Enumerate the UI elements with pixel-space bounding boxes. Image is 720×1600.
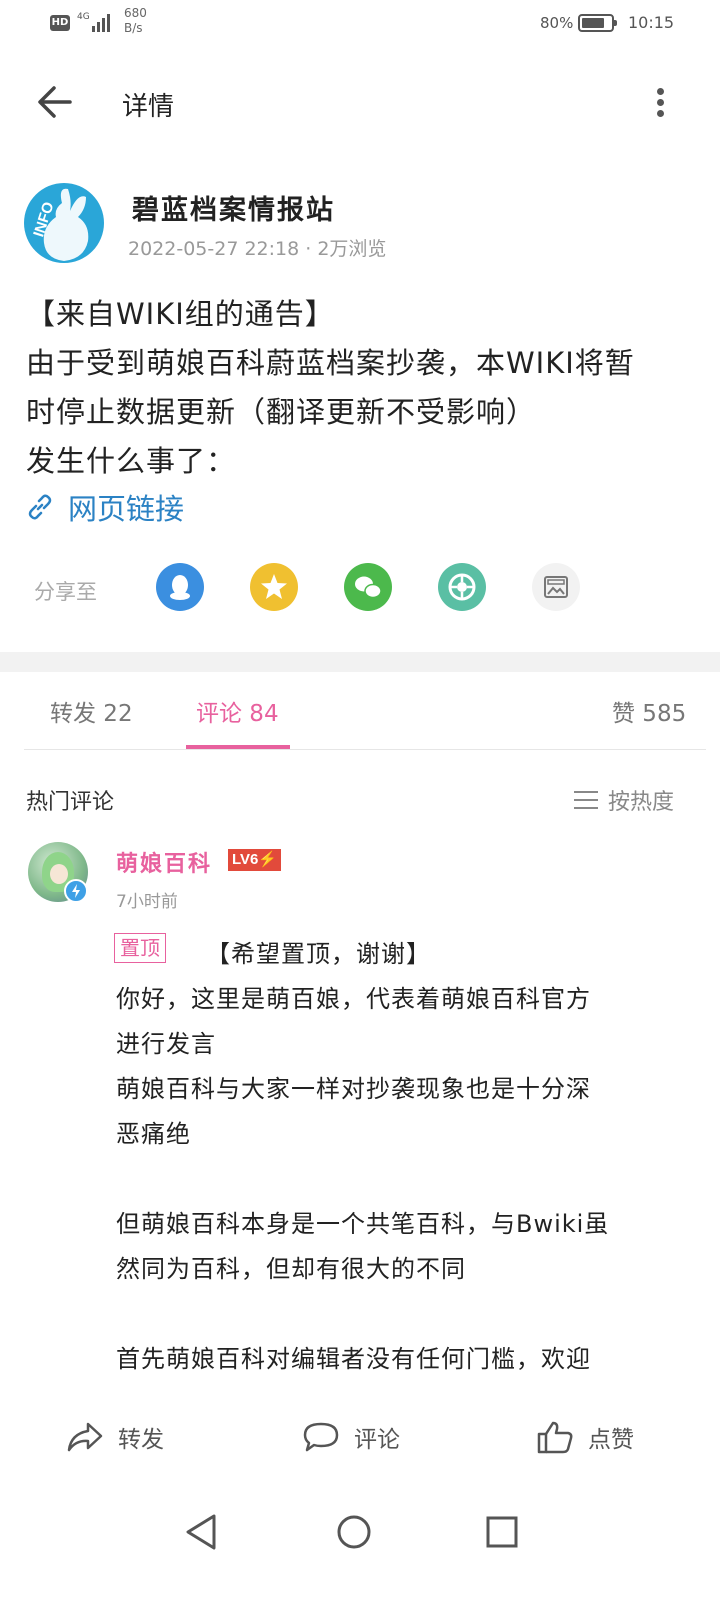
share-arrow-icon: [67, 1422, 103, 1452]
square-recents-icon: [486, 1516, 518, 1548]
tab-likes[interactable]: 赞 585: [612, 694, 686, 728]
post-meta: 2022-05-27 22:18 · 2万浏览: [128, 238, 387, 260]
battery-icon: [578, 14, 617, 32]
sort-button[interactable]: 按热度: [574, 784, 674, 816]
circle-home-icon: [337, 1515, 371, 1549]
thumbs-up-icon: [537, 1421, 573, 1454]
tab-repost[interactable]: 转发 22: [50, 694, 133, 728]
web-link[interactable]: 网页链接: [26, 486, 184, 528]
hot-comments-label: 热门评论: [26, 790, 115, 815]
hd-indicator: HD: [50, 15, 70, 31]
comment-line: [116, 1157, 696, 1202]
post-body: 【来自WIKI组的通告】 由于受到萌娘百科蔚蓝档案抄袭，本WIKI将暂 时停止数…: [26, 290, 698, 486]
arrow-left-icon: [38, 86, 72, 118]
nav-back-button[interactable]: [180, 1510, 224, 1554]
commenter-name[interactable]: 萌娘百科: [116, 846, 212, 878]
comment-label: 评论: [354, 1427, 400, 1453]
share-moments-button[interactable]: [438, 563, 486, 611]
comment-line: 你好，这里是萌百娘，代表着萌娘百科官方: [116, 985, 591, 1013]
menu-lines-icon: [574, 790, 598, 810]
back-button[interactable]: [30, 80, 80, 124]
triangle-back-icon: [186, 1514, 216, 1550]
share-wechat-button[interactable]: [344, 563, 392, 611]
sort-label: 按热度: [608, 790, 675, 815]
nav-recents-button[interactable]: [480, 1510, 524, 1554]
verified-badge-icon: [64, 879, 88, 903]
share-label: 分享至: [34, 580, 97, 604]
repost-button[interactable]: 转发: [66, 1420, 164, 1454]
qzone-star-icon: [261, 574, 287, 599]
share-qzone-button[interactable]: [250, 563, 298, 611]
comment-line: 然同为百科，但却有很大的不同: [116, 1255, 466, 1283]
post-line: 发生什么事了：: [26, 444, 237, 478]
author-name[interactable]: 碧蓝档案情报站: [132, 188, 335, 227]
author-avatar[interactable]: INFO: [24, 183, 104, 263]
comment-bubble-icon: [303, 1422, 339, 1452]
comment-line: 进行发言: [116, 1030, 216, 1058]
post-line: 时停止数据更新（翻译更新不受影响）: [26, 395, 537, 429]
like-label: 点赞: [588, 1427, 634, 1453]
level-badge: LV6⚡: [228, 849, 282, 871]
image-share-icon: [544, 576, 568, 598]
comment-line: 萌娘百科与大家一样对抄袭现象也是十分深: [116, 1075, 591, 1103]
qq-icon: [170, 575, 190, 600]
tab-comments[interactable]: 评论 84: [196, 694, 279, 728]
repost-label: 转发: [118, 1427, 164, 1453]
network-type: 4G: [77, 12, 90, 22]
net-speed-value: 680: [124, 6, 147, 20]
clock: 10:15: [628, 13, 675, 32]
nav-home-button[interactable]: [332, 1510, 376, 1554]
comment-button[interactable]: 评论: [302, 1420, 400, 1454]
more-dot: [657, 88, 664, 95]
comment-line: 恶痛绝: [116, 1120, 191, 1148]
net-speed: 680 B/s: [124, 6, 147, 36]
tabs-divider: [24, 749, 706, 750]
web-link-label: 网页链接: [68, 492, 185, 526]
comment-time: 7小时前: [116, 892, 178, 912]
more-options-button[interactable]: [646, 80, 676, 124]
section-divider: [0, 652, 720, 672]
lightning-icon: ⚡: [258, 851, 278, 868]
battery-percent: 80%: [540, 14, 574, 32]
net-speed-unit: B/s: [124, 21, 143, 35]
more-dot: [657, 99, 664, 106]
page-title: 详情: [122, 92, 175, 122]
comment-line: [116, 1292, 696, 1337]
post-line: 由于受到萌娘百科蔚蓝档案抄袭，本WIKI将暂: [26, 346, 635, 380]
share-image-button[interactable]: [532, 563, 580, 611]
post-line: 【来自WIKI组的通告】: [26, 297, 335, 331]
moments-icon: [448, 573, 476, 601]
like-button[interactable]: 点赞: [536, 1420, 634, 1454]
more-dot: [657, 110, 664, 117]
status-bar: HD 4G 680 B/s 80% 10:15: [0, 0, 720, 50]
comment-line: 首先萌娘百科对编辑者没有任何门槛，欢迎: [116, 1345, 591, 1373]
comment-line: 【希望置顶，谢谢】: [206, 940, 431, 968]
comment-body: 【希望置顶，谢谢】 你好，这里是萌百娘，代表着萌娘百科官方 进行发言 萌娘百科与…: [116, 932, 696, 1382]
wechat-icon: [355, 576, 382, 599]
signal-icon: [92, 14, 110, 32]
level-text: LV6: [232, 851, 259, 868]
comment-line: 但萌娘百科本身是一个共笔百科，与Bwiki虽: [116, 1210, 610, 1238]
share-qq-button[interactable]: [156, 563, 204, 611]
link-icon: [28, 494, 52, 520]
